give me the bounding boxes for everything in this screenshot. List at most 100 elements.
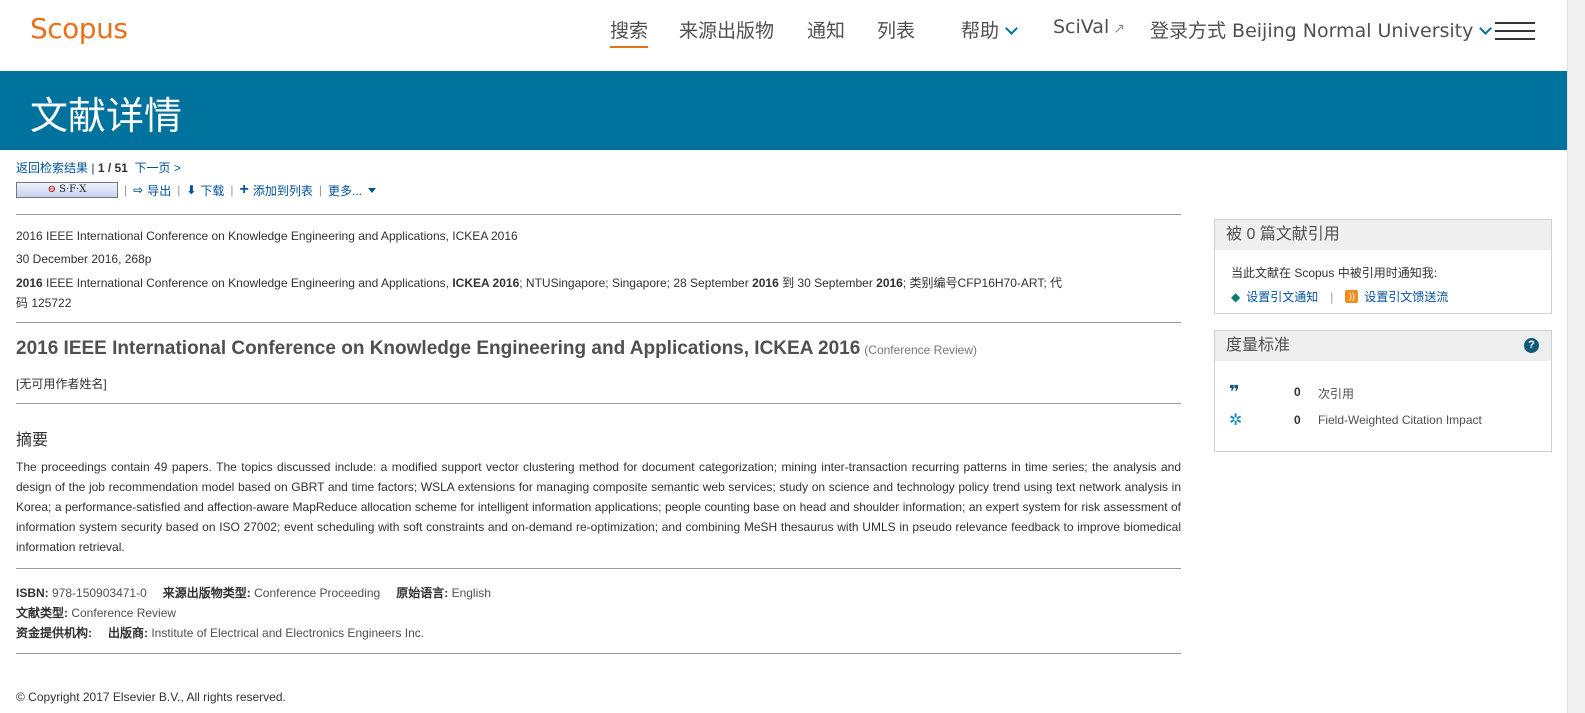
nav-search[interactable]: 搜索 [610,16,649,48]
metrics-heading: 度量标准? [1215,331,1551,361]
more-label: 更多... [328,183,363,198]
fwci-label: Field-Weighted Citation Impact [1318,413,1482,427]
conference-start-year: 2016 [752,276,779,290]
hamburger-line [1495,38,1535,40]
abstract-heading: 摘要 [16,432,49,449]
metadata-row-2: 文献类型: Conference Review [16,604,176,621]
toolbar-separator: | [124,183,128,197]
nav-sources[interactable]: 来源出版物 [679,16,774,43]
toolbar-separator: | [177,183,181,197]
plus-icon: + [239,181,249,198]
conference-name: IEEE International Conference on Knowled… [42,276,453,290]
vertical-scrollbar[interactable] [1567,0,1585,713]
bell-icon: ◆ [1231,289,1241,304]
document-type-label: (Conference Review) [864,343,977,357]
conference-code-prefix: ; 类别编号CFP16H70-ART; 代 [902,276,1063,290]
page-title: 文献详情 [30,94,183,138]
isbn-label: ISBN: [16,586,49,600]
document-toolbar: ⊖ S·F·X | ⇨ 导出 | ⬇ 下载 | + 添加到列表 | 更多... [16,181,377,199]
divider [16,322,1181,323]
nav-login[interactable]: 登录方式 Beijing Normal University [1150,16,1493,43]
source-title: 2016 IEEE International Conference on Kn… [16,229,518,243]
doc-type-label: 文献类型: [16,606,68,620]
divider [16,568,1181,569]
more-button[interactable]: 更多... [328,182,377,199]
download-icon: ⬇ [186,183,197,197]
add-to-list-button[interactable]: + 添加到列表 [240,181,313,199]
external-link-icon: ↗ [1113,21,1125,37]
toolbar-separator: | [230,183,234,197]
sfx-logo-icon: ⊖ [47,184,56,195]
funding-label: 资金提供机构: [16,626,92,640]
chevron-down-icon [1005,22,1018,35]
conference-year: 2016 [16,276,43,290]
source-type-label: 来源出版物类型: [162,586,251,600]
export-button[interactable]: ⇨ 导出 [133,182,171,199]
quote-icon: ❞ [1229,382,1240,402]
copyright: © Copyright 2017 Elsevier B.V., All righ… [16,690,286,704]
nav-separator: | [91,161,95,175]
page-banner: 文献详情 [0,71,1567,150]
set-citation-feed-link[interactable]: 设置引文馈送流 [1364,288,1448,305]
link-separator: | [1330,289,1334,304]
help-icon[interactable]: ? [1524,338,1539,353]
nav-login-label: 登录方式 Beijing Normal University [1150,20,1474,42]
nav-scival[interactable]: SciVal ↗ [1053,16,1125,38]
back-to-results-link[interactable]: 返回检索结果 [16,161,88,175]
caret-down-icon [368,187,377,193]
document-title: 2016 IEEE International Conference on Kn… [16,338,977,360]
sfx-label: S·F·X [59,184,87,195]
abstract-text: The proceedings contain 49 papers. The t… [16,460,1181,554]
fwci-value: 0 [1294,413,1301,427]
source-date-pages: 30 December 2016, 268p [16,252,152,266]
metric-fwci: ✲ 0 Field-Weighted Citation Impact [1229,412,1549,430]
download-button[interactable]: ⬇ 下载 [186,182,224,199]
top-header: Scopus 搜索 来源出版物 通知 列表 帮助 SciVal ↗ 登录方式 Be… [0,0,1567,71]
publisher-value: Institute of Electrical and Electronics … [151,626,425,640]
metrics-panel: 度量标准? ❞ 0 次引用 ✲ 0 Field-Weighted Citatio… [1214,330,1552,452]
metadata-row-3: 资金提供机构: 出版商: Institute of Electrical and … [16,624,424,641]
metric-citations: ❞ 0 次引用 [1229,382,1549,402]
result-navigation: 返回检索结果 | 1 / 51 下一页 > [16,159,181,176]
sfx-button[interactable]: ⊖ S·F·X [16,182,118,198]
isbn-value: 978-150903471-0 [52,586,147,600]
export-label: 导出 [147,183,172,198]
publisher-label: 出版商: [108,626,148,640]
download-label: 下载 [200,183,225,198]
nav-scival-label: SciVal [1053,16,1110,38]
gear-icon: ✲ [1229,412,1243,429]
conference-code: 码 125722 [16,296,72,310]
nav-help-label: 帮助 [961,20,1000,42]
document-title-text: 2016 IEEE International Conference on Kn… [16,338,861,359]
nav-alerts[interactable]: 通知 [807,16,845,43]
export-icon: ⇨ [133,183,144,197]
divider [16,214,1181,215]
next-page-link[interactable]: 下一页 > [135,161,181,175]
doc-type-value: Conference Review [71,606,177,620]
conference-location-start: ; NTUSingapore; Singapore; 28 September [519,276,753,290]
citation-notify-text: 当此文献在 Scopus 中被引用时通知我: [1231,266,1438,280]
toolbar-separator: | [318,183,323,197]
conference-info: 2016 IEEE International Conference on Kn… [16,274,1062,291]
authors: [无可用作者姓名] [16,377,107,391]
divider [16,653,1181,654]
source-type-value: Conference Proceeding [254,586,381,600]
add-to-list-label: 添加到列表 [252,183,313,198]
nav-help[interactable]: 帮助 [961,16,1018,43]
language-value: English [451,586,491,600]
rss-icon: )) [1345,290,1359,303]
nav-lists[interactable]: 列表 [877,16,915,43]
citation-count-label: 次引用 [1318,387,1355,401]
hamburger-icon[interactable] [1495,22,1535,40]
metrics-title: 度量标准 [1226,337,1291,354]
hamburger-line [1495,22,1535,24]
set-citation-alert-link[interactable]: 设置引文通知 [1246,288,1318,305]
cited-by-panel: 被 0 篇文献引用 当此文献在 Scopus 中被引用时通知我: ◆ 设置引文通… [1214,219,1552,314]
chevron-down-icon [1479,22,1493,35]
language-label: 原始语言: [396,586,449,600]
scopus-logo[interactable]: Scopus [30,12,128,45]
conference-end: 到 30 September [778,276,877,290]
citation-count: 0 [1294,385,1301,399]
cited-by-heading: 被 0 篇文献引用 [1215,220,1551,250]
result-position: 1 / 51 [97,161,128,175]
